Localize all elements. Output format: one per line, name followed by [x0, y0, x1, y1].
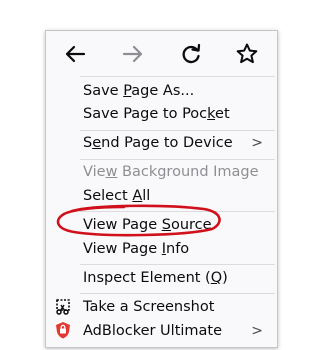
save-to-pocket-item[interactable]: Save Page to Pocket	[83, 103, 277, 125]
menu-separator	[80, 211, 275, 212]
back-button[interactable]	[62, 41, 88, 67]
view-page-info-item[interactable]: View Page Info	[83, 238, 277, 260]
arrow-left-icon	[65, 45, 86, 63]
forward-button[interactable]	[120, 41, 146, 67]
menu-separator	[80, 264, 275, 265]
reload-button[interactable]	[178, 41, 204, 67]
save-page-as-item[interactable]: Save Page As...	[83, 80, 277, 102]
context-menu: Save Page As... Save Page to Pocket Send…	[45, 30, 278, 348]
star-outline-icon	[236, 43, 258, 64]
arrow-right-icon	[122, 45, 143, 63]
take-screenshot-item[interactable]: Take a Screenshot	[83, 296, 277, 318]
adblocker-shield-icon	[53, 320, 73, 340]
screenshot-icon	[53, 296, 73, 316]
select-all-item[interactable]: Select All	[83, 185, 277, 207]
menu-separator	[80, 293, 275, 294]
menu-separator	[80, 130, 275, 131]
view-background-image-item: View Background Image	[83, 164, 259, 180]
view-page-source-item[interactable]: View Page Source	[83, 214, 277, 236]
submenu-arrow-icon: >	[251, 135, 263, 151]
bookmark-button[interactable]	[234, 41, 260, 67]
adblocker-ultimate-item[interactable]: AdBlocker Ultimate >	[83, 320, 277, 342]
send-page-to-device-item[interactable]: Send Page to Device >	[83, 132, 277, 154]
submenu-arrow-icon: >	[251, 323, 263, 339]
menu-separator	[80, 159, 275, 160]
reload-icon	[182, 43, 201, 64]
page: Save Page As... Save Page to Pocket Send…	[0, 0, 289, 350]
navigation-bar	[46, 31, 277, 75]
inspect-element-item[interactable]: Inspect Element (Q)	[83, 267, 277, 289]
menu-separator	[80, 76, 275, 77]
